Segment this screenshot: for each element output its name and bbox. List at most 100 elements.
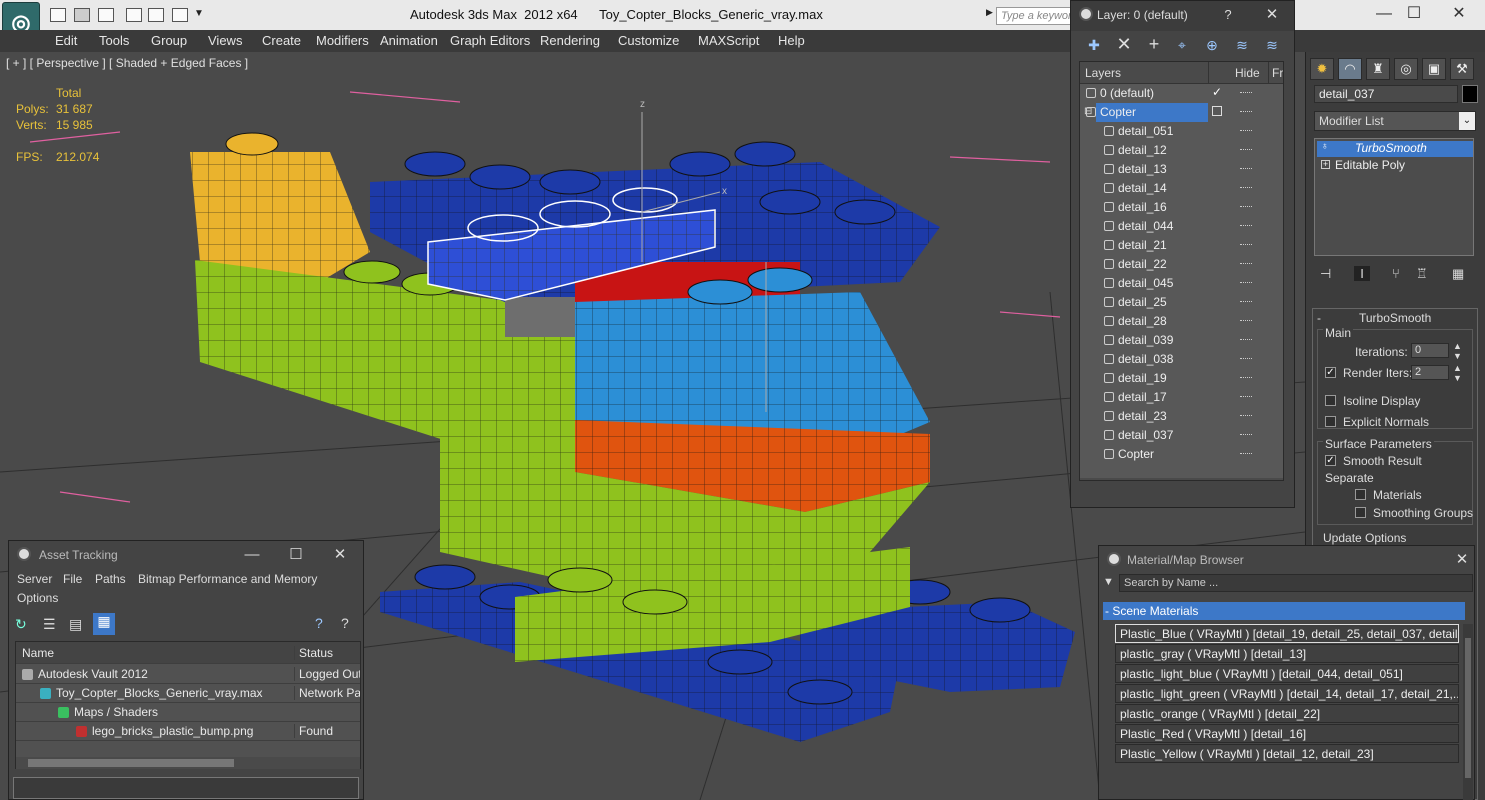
menu-graph-editors[interactable]: Graph Editors [450,33,530,48]
hold-icon[interactable] [172,8,188,22]
minimize-button[interactable]: — [1370,4,1398,24]
material-row[interactable]: Plastic_Blue ( VRayMtl ) [detail_19, det… [1115,624,1459,643]
remove-modifier-icon[interactable]: ♖ [1416,266,1428,282]
rollout-title[interactable]: TurboSmooth [1359,311,1431,325]
utilities-tab-icon[interactable]: ⚒ [1450,58,1474,80]
hide-toggle[interactable] [1240,187,1252,189]
material-vscroll[interactable] [1463,624,1473,800]
asset-path-field[interactable] [13,777,359,799]
menu-edit[interactable]: Edit [55,33,77,48]
hide-toggle[interactable] [1240,168,1252,170]
menu-maxscript[interactable]: MAXScript [698,33,759,48]
menu-create[interactable]: Create [262,33,301,48]
tree-view-icon[interactable]: ▤ [69,616,82,633]
asset-hscroll[interactable] [16,757,360,769]
separate-materials-checkbox[interactable] [1355,489,1366,500]
layer-row[interactable]: detail_22 [1080,255,1283,274]
render-iters-checkbox[interactable]: ✓ [1325,367,1336,378]
table-row[interactable]: lego_bricks_plastic_bump.png Found [16,722,360,741]
hide-toggle[interactable] [1240,434,1252,436]
search-by-name-input[interactable]: Search by Name ... [1119,574,1473,592]
layer-row[interactable]: detail_12 [1080,141,1283,160]
delete-layer-icon[interactable]: ✕ [1113,34,1135,54]
hide-toggle[interactable] [1240,244,1252,246]
asset-menu-options[interactable]: Options [17,591,58,605]
undo-icon[interactable] [126,8,142,22]
menu-views[interactable]: Views [208,33,242,48]
layer-hscroll[interactable]: ‹ › [1080,478,1283,480]
browser-options-icon[interactable]: ▼ [1103,576,1114,588]
hide-toggle[interactable] [1240,225,1252,227]
pin-stack-icon[interactable]: ⊣ [1320,266,1331,282]
layer-row[interactable]: detail_051 [1080,122,1283,141]
close-button[interactable]: ✕ [1453,551,1471,569]
layer-row[interactable]: detail_21 [1080,236,1283,255]
asset-menu-file[interactable]: File [63,572,82,586]
close-button[interactable]: ✕ [1445,4,1473,24]
hide-toggle[interactable] [1240,415,1252,417]
scene-materials-group[interactable]: - Scene Materials [1103,602,1465,620]
scroll-thumb[interactable] [1465,638,1471,778]
asset-menu-bitmap[interactable]: Bitmap Performance and Memory [138,572,317,586]
layer-row[interactable]: detail_16 [1080,198,1283,217]
modifier-list-dropdown[interactable]: Modifier List ⌄ [1314,111,1476,131]
chevron-down-icon[interactable]: ⌄ [1459,112,1475,130]
iterations-spinner[interactable]: 0 [1411,343,1449,358]
configure-modifier-sets-icon[interactable]: ▦ [1452,266,1464,282]
menu-rendering[interactable]: Rendering [540,33,600,48]
hide-toggle[interactable] [1240,282,1252,284]
make-unique-icon[interactable]: ⑂ [1392,266,1400,281]
bulb-icon[interactable]: ♁ [1321,141,1329,152]
col-freeze-header[interactable]: Fr [1272,66,1283,80]
object-color-swatch[interactable] [1462,85,1478,103]
add-to-layer-icon[interactable]: + [1143,34,1165,54]
show-end-result-icon[interactable]: I [1354,266,1370,281]
hide-toggle[interactable] [1240,206,1252,208]
material-row[interactable]: plastic_light_blue ( VRayMtl ) [detail_0… [1115,664,1459,683]
minimize-button[interactable]: — [243,546,261,564]
col-status-header[interactable]: Status [294,646,360,660]
material-row[interactable]: Plastic_Yellow ( VRayMtl ) [detail_12, d… [1115,744,1459,763]
menu-customize[interactable]: Customize [618,33,679,48]
layer-row[interactable]: detail_28 [1080,312,1283,331]
hide-toggle[interactable] [1240,111,1252,113]
layer-row[interactable]: detail_23 [1080,407,1283,426]
layer-row[interactable]: detail_037 [1080,426,1283,445]
hide-toggle[interactable] [1240,320,1252,322]
hide-toggle[interactable] [1240,377,1252,379]
layer-row[interactable]: detail_14 [1080,179,1283,198]
layer-row[interactable]: detail_044 [1080,217,1283,236]
layer-row[interactable]: detail_19 [1080,369,1283,388]
save-icon[interactable] [74,8,90,22]
maximize-button[interactable]: ☐ [1400,4,1428,24]
table-row[interactable]: Toy_Copter_Blocks_Generic_vray.max Networ… [16,684,360,703]
hide-toggle[interactable] [1240,301,1252,303]
freeze-all-icon[interactable]: ≋ [1261,37,1283,55]
hide-toggle[interactable] [1240,396,1252,398]
quick-access-dropdown-icon[interactable]: ▼ [194,8,204,19]
hierarchy-tab-icon[interactable]: ♜ [1366,58,1390,80]
asset-menu-server[interactable]: Server [17,572,52,586]
new-layer-icon[interactable]: ✚ [1083,37,1105,55]
smoothing-groups-checkbox[interactable] [1355,507,1366,518]
modify-tab-icon[interactable]: ◠ [1338,58,1362,80]
menu-help[interactable]: Help [778,33,805,48]
explicit-normals-checkbox[interactable] [1325,416,1336,427]
hide-all-icon[interactable]: ≋ [1231,37,1253,55]
layer-row[interactable]: detail_25 [1080,293,1283,312]
layer-row[interactable]: 0 (default) ✓ [1080,84,1283,103]
display-tab-icon[interactable]: ▣ [1422,58,1446,80]
scroll-left-icon[interactable]: ‹ [1084,478,1087,480]
layer-row[interactable]: detail_045 [1080,274,1283,293]
rollout-collapse-icon[interactable]: - [1317,311,1321,325]
list-view-icon[interactable]: ☰ [43,616,56,633]
viewport-label[interactable]: [ + ] [ Perspective ] [ Shaded + Edged F… [6,56,248,70]
object-name-field[interactable]: detail_037 [1314,85,1458,103]
vault-help-icon[interactable]: ? [315,615,323,631]
col-hide-header[interactable]: Hide [1235,66,1260,80]
create-tab-icon[interactable]: ✹ [1310,58,1334,80]
layer-row[interactable]: detail_17 [1080,388,1283,407]
material-row[interactable]: plastic_light_green ( VRayMtl ) [detail_… [1115,684,1459,703]
material-row[interactable]: plastic_orange ( VRayMtl ) [detail_22] [1115,704,1459,723]
hide-toggle[interactable] [1240,358,1252,360]
